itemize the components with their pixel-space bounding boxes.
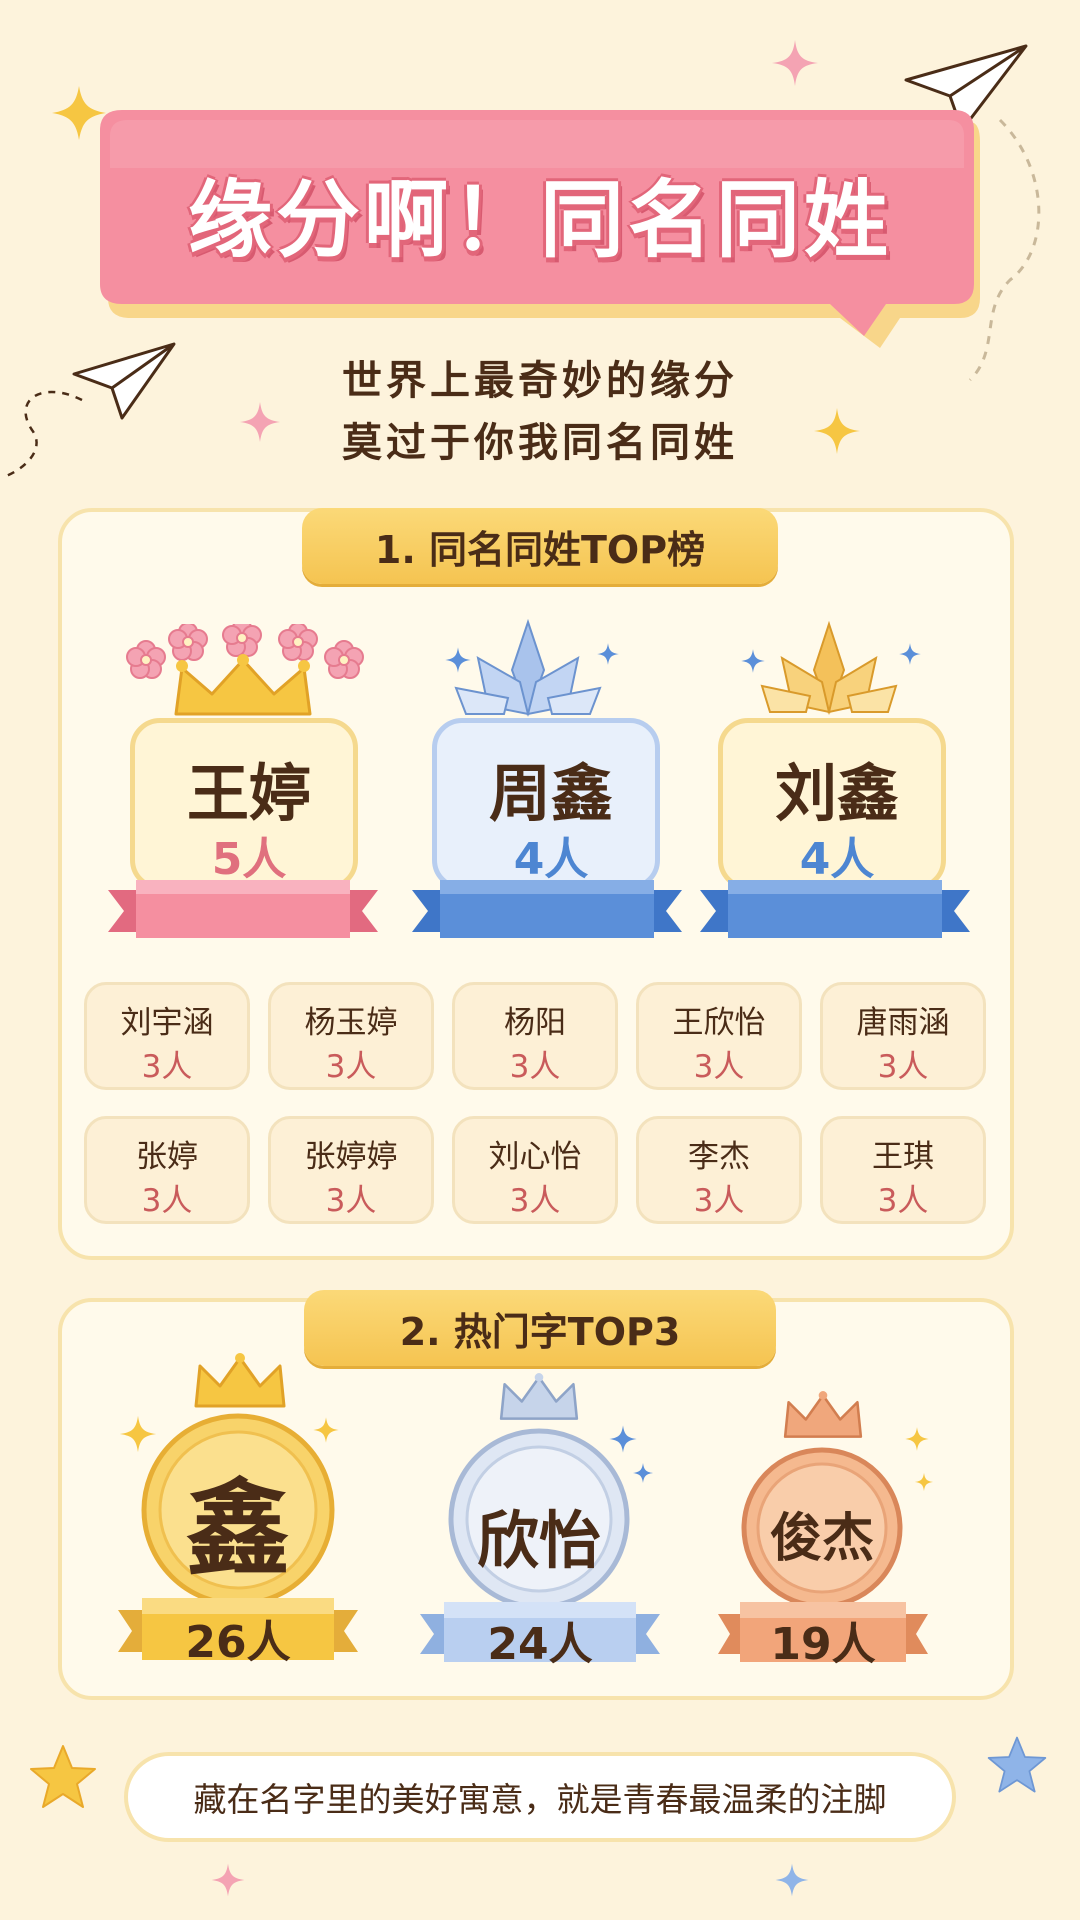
list-item-count: 3人 (693, 1049, 745, 1085)
list-item-name: 王琪 (872, 1139, 934, 1175)
list-item-count: 3人 (141, 1049, 193, 1085)
list-item: 李杰 3人 (636, 1116, 802, 1224)
sparkle-icon (633, 1463, 653, 1483)
top-name: 刘鑫 (774, 757, 899, 830)
sparkle-icon (772, 40, 818, 86)
subtitle-line-2: 莫过于你我同名同姓 (342, 420, 738, 466)
sparkle-icon (211, 1863, 245, 1897)
list-item-name: 张婷婷 (304, 1139, 398, 1175)
ribbon-blue (700, 880, 970, 938)
list-item-name: 唐雨涵 (856, 1005, 950, 1041)
list-item-name: 刘宇涵 (120, 1005, 214, 1041)
sparkle-icon (597, 643, 619, 665)
list-item-count: 3人 (509, 1183, 561, 1219)
list-item-name: 王欣怡 (672, 1005, 766, 1041)
sparkle-icon (445, 647, 471, 673)
list-item: 刘心怡 3人 (452, 1116, 618, 1224)
medal-count: 19人 (770, 1619, 876, 1670)
list-item: 王欣怡 3人 (636, 982, 802, 1090)
star-icon (987, 1736, 1047, 1793)
medal-count: 24人 (487, 1619, 593, 1670)
sparkle-icon (899, 643, 921, 665)
list-item-name: 李杰 (688, 1139, 750, 1175)
crystal-crown-icon (454, 618, 602, 717)
crown-icon (499, 1373, 579, 1420)
section1-heading: 1. 同名同姓TOP榜 (302, 508, 778, 584)
list-item: 刘宇涵 3人 (84, 982, 250, 1090)
list-item-count: 3人 (141, 1183, 193, 1219)
list-item-name: 杨玉婷 (304, 1005, 398, 1041)
dashed-trail (5, 390, 83, 478)
list-item: 张婷 3人 (84, 1116, 250, 1224)
list-item-count: 3人 (325, 1183, 377, 1219)
list-item: 杨玉婷 3人 (268, 982, 434, 1090)
list-item: 杨阳 3人 (452, 982, 618, 1090)
list-item-count: 3人 (877, 1183, 929, 1219)
sparkle-icon (914, 1472, 934, 1492)
list-item: 王琪 3人 (820, 1116, 986, 1224)
medal-char: 欣怡 (476, 1504, 601, 1577)
sparkle-icon (905, 1427, 929, 1451)
star-icon (30, 1745, 96, 1808)
crown-icon (174, 654, 312, 716)
crown-icon (194, 1353, 286, 1408)
crystal-crown-icon (760, 620, 898, 715)
list-item: 唐雨涵 3人 (820, 982, 986, 1090)
list-item: 张婷婷 3人 (268, 1116, 434, 1224)
list-item-count: 3人 (693, 1183, 745, 1219)
list-item-count: 3人 (877, 1049, 929, 1085)
medal-char: 鑫 (185, 1468, 290, 1590)
section2-heading: 2. 热门字TOP3 (304, 1290, 776, 1366)
top-name-card-3: 刘鑫 4人 (718, 718, 946, 890)
list-item-name: 刘心怡 (488, 1139, 582, 1175)
sparkle-icon (741, 649, 765, 673)
crown-icon (783, 1391, 863, 1438)
top-name-card-1: 王婷 5人 (130, 718, 358, 890)
page-title: 缘分啊！同名同姓 (187, 170, 892, 269)
list-item-name: 张婷 (136, 1139, 198, 1175)
list-item-count: 3人 (325, 1049, 377, 1085)
list-item-count: 3人 (509, 1049, 561, 1085)
subtitle-line-1: 世界上最奇妙的缘分 (342, 358, 738, 404)
top-name-card-2: 周鑫 4人 (432, 718, 660, 890)
top-name: 周鑫 (488, 757, 613, 830)
list-item-name: 杨阳 (504, 1005, 566, 1041)
top-name: 王婷 (186, 757, 311, 830)
medal-char: 俊杰 (769, 1509, 874, 1569)
medal-count: 26人 (185, 1617, 291, 1668)
sparkle-icon (775, 1863, 809, 1897)
footer-caption: 藏在名字里的美好寓意，就是青春最温柔的注脚 (124, 1752, 956, 1842)
ribbon-pink (108, 880, 378, 938)
ribbon-blue (412, 880, 682, 938)
